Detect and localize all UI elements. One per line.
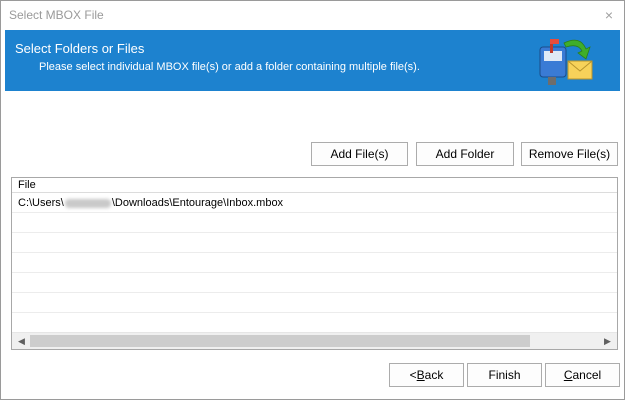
column-header-label: File	[18, 179, 36, 191]
finish-button[interactable]: Finish	[467, 363, 542, 387]
back-mnemonic: B	[416, 368, 425, 382]
title-bar: Select MBOX File ×	[1, 1, 624, 29]
scroll-right-icon[interactable]: ▶	[599, 333, 616, 349]
remove-files-button[interactable]: Remove File(s)	[521, 142, 618, 166]
cancel-rest: ancel	[572, 368, 602, 382]
file-path-suffix: \Downloads\Entourage\Inbox.mbox	[111, 197, 284, 209]
add-files-button[interactable]: Add File(s)	[311, 142, 408, 166]
file-path: C:\Users\ \Downloads\Entourage\Inbox.mbox	[18, 197, 283, 209]
empty-row	[12, 274, 617, 293]
empty-row	[12, 314, 617, 333]
empty-row	[12, 214, 617, 233]
empty-row	[12, 294, 617, 313]
add-folder-button[interactable]: Add Folder	[416, 142, 514, 166]
scroll-thumb[interactable]	[30, 335, 530, 347]
banner-subtitle: Please select individual MBOX file(s) or…	[39, 61, 420, 73]
file-list[interactable]: File C:\Users\ \Downloads\Entourage\Inbox…	[11, 177, 618, 350]
select-mbox-dialog: Select MBOX File × Select Folders or Fil…	[0, 0, 625, 400]
window-title: Select MBOX File	[9, 8, 104, 22]
empty-row	[12, 234, 617, 253]
banner-title: Select Folders or Files	[15, 41, 145, 56]
redacted-username	[64, 198, 111, 208]
empty-row	[12, 254, 617, 273]
header-banner: Select Folders or Files Please select in…	[5, 30, 620, 91]
mailbox-envelope-icon	[539, 39, 593, 85]
column-header-file[interactable]: File	[12, 178, 617, 193]
back-prefix: <	[409, 368, 417, 382]
horizontal-scrollbar[interactable]: ◀ ▶	[12, 332, 617, 349]
back-rest: ack	[424, 368, 444, 382]
table-row[interactable]: C:\Users\ \Downloads\Entourage\Inbox.mbox	[12, 194, 617, 213]
cancel-button[interactable]: Cancel	[545, 363, 620, 387]
file-path-prefix: C:\Users\	[18, 197, 64, 209]
close-icon[interactable]: ×	[600, 6, 618, 24]
scroll-left-icon[interactable]: ◀	[13, 333, 30, 349]
back-button[interactable]: <Back	[389, 363, 464, 387]
